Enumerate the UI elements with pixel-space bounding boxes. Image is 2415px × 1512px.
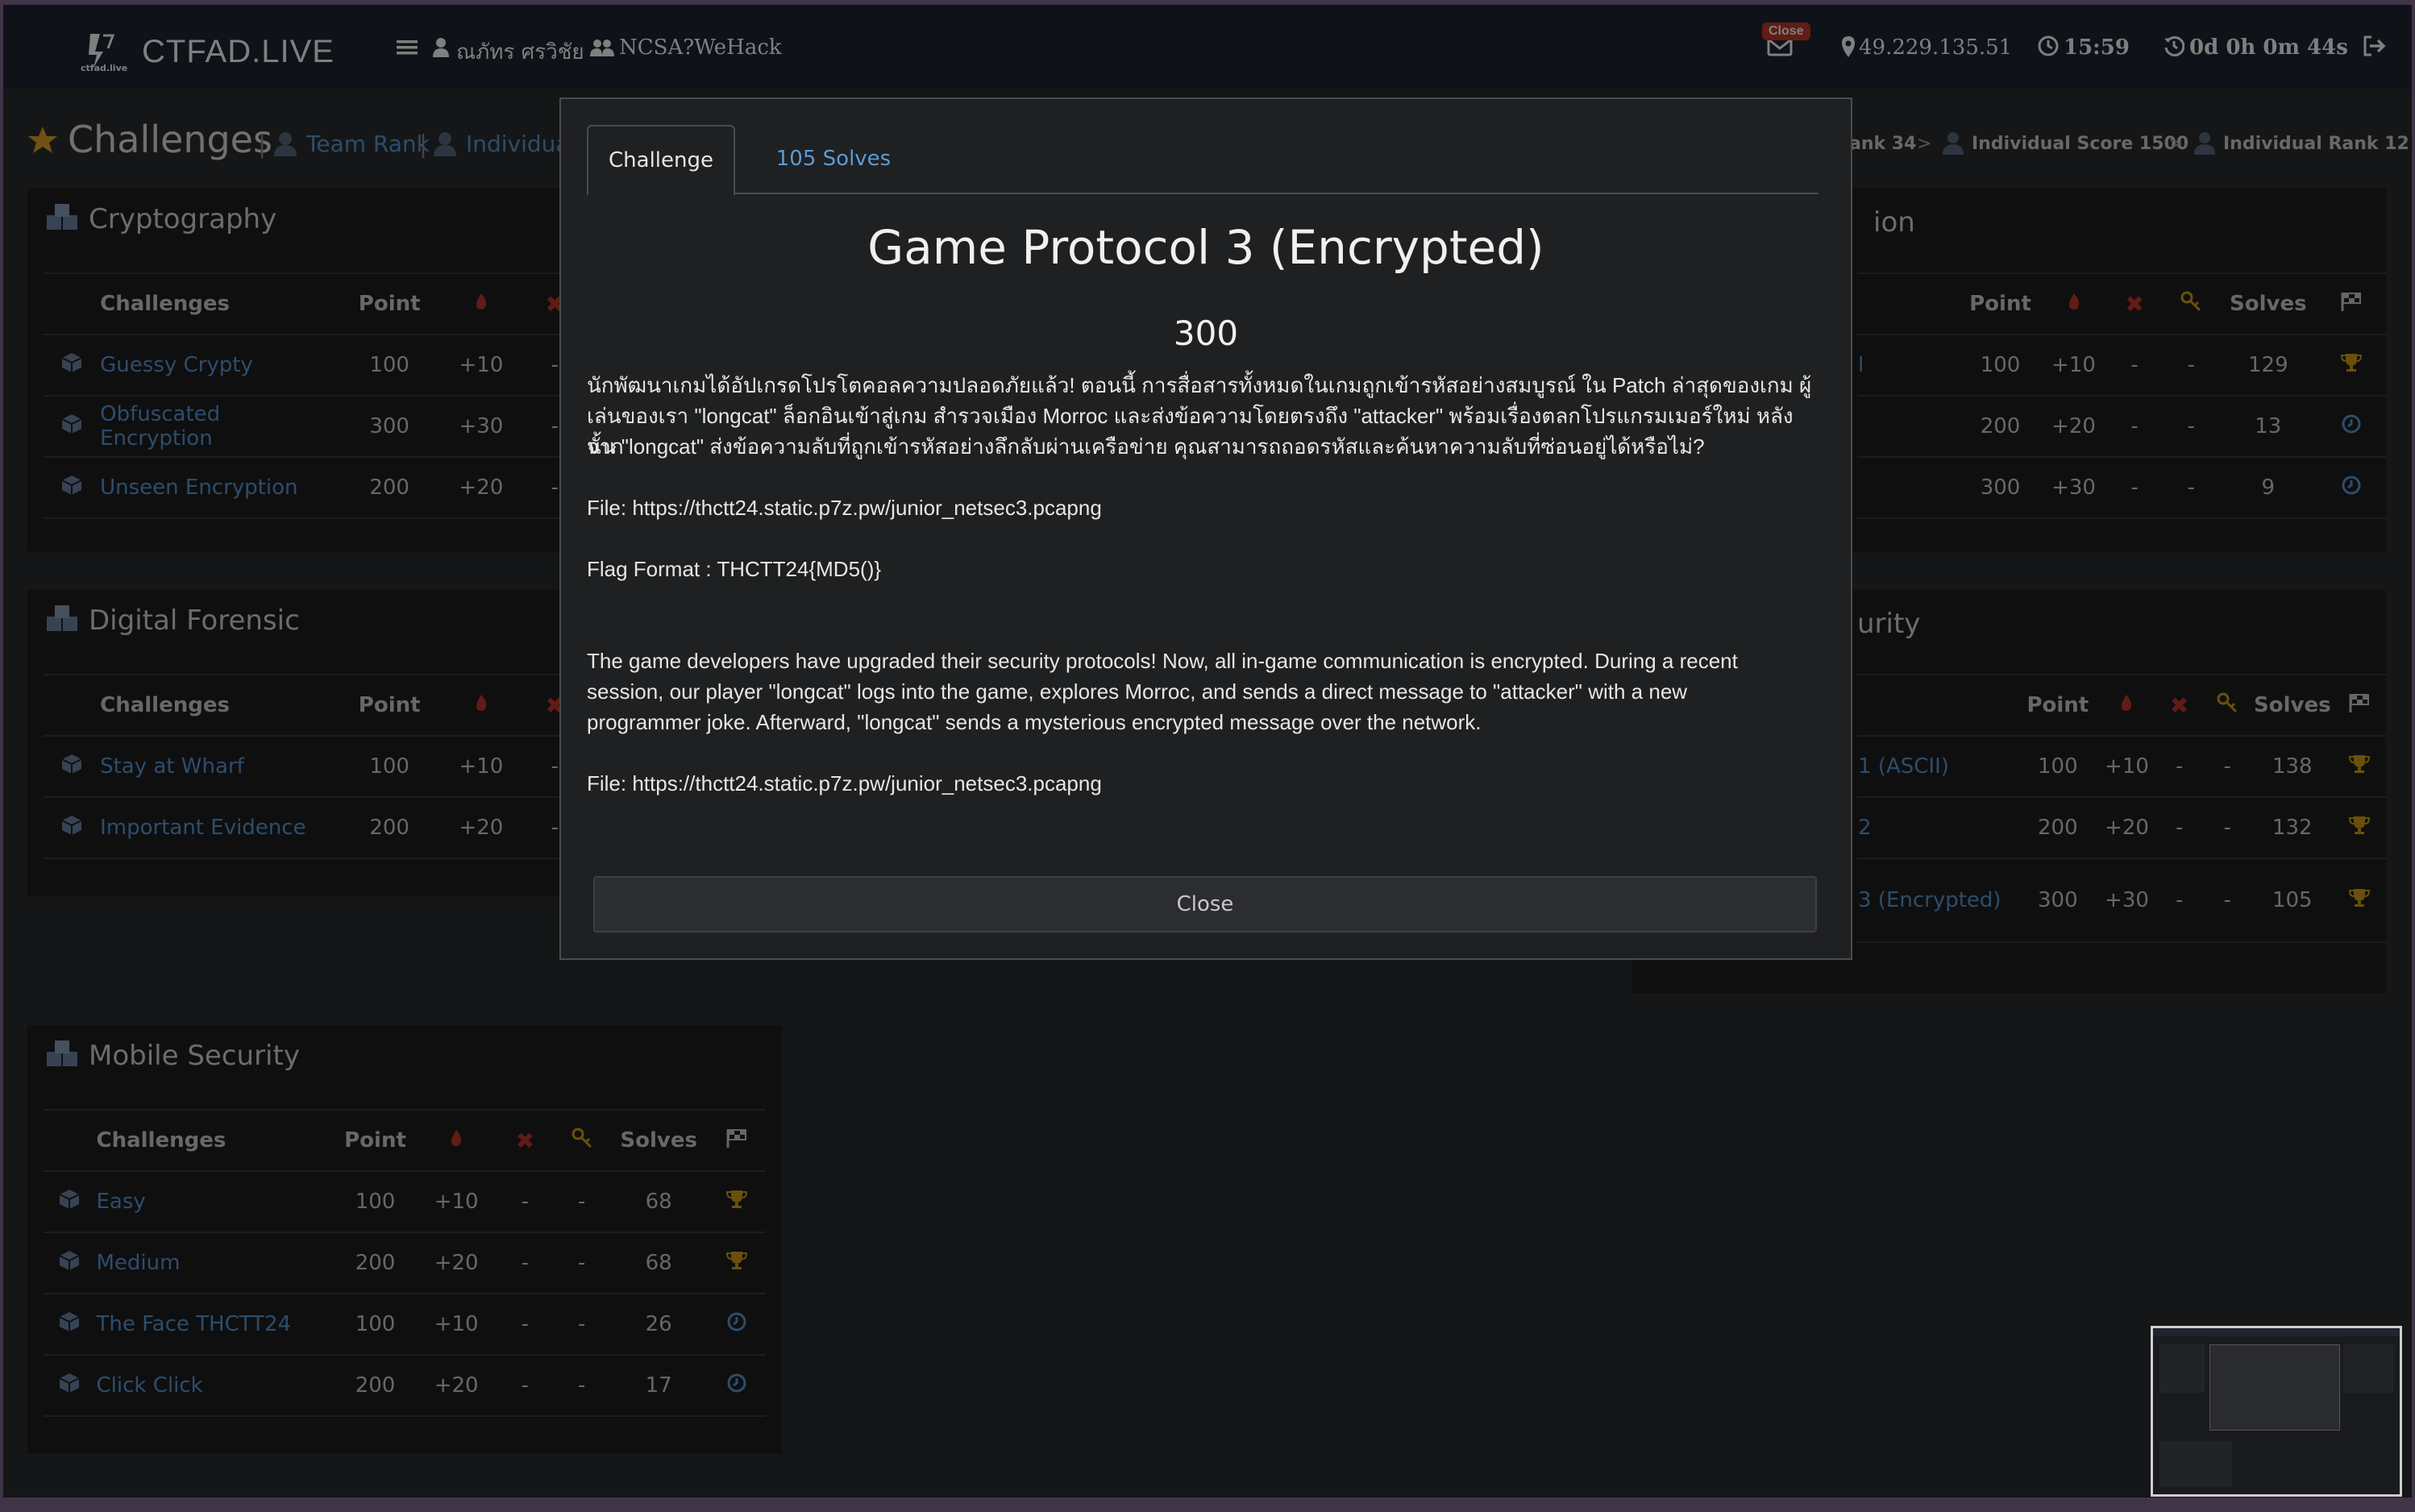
file-link[interactable]: File: https://thctt24.static.p7z.pw/juni… <box>587 768 1825 799</box>
description-en-line: programmer joke. Afterward, "longcat" se… <box>587 710 1482 734</box>
challenge-title: Game Protocol 3 (Encrypted) <box>867 220 1544 275</box>
description-en-line: The game developers have upgraded their … <box>587 649 1738 673</box>
file-link[interactable]: File: https://thctt24.static.p7z.pw/juni… <box>587 492 1825 523</box>
tab-challenge[interactable]: Challenge <box>587 125 735 196</box>
description-th-line: นักพัฒนาเกมได้อัปเกรดโปรโตคอลความปลอดภัย… <box>587 373 1812 397</box>
description-th-line: นั้น "longcat" ส่งข้อความลับที่ถูกเข้ารห… <box>587 434 1705 459</box>
screenshot-thumbnail[interactable] <box>2151 1326 2402 1497</box>
description-en-line: session, our player "longcat" logs into … <box>587 679 1688 704</box>
challenge-modal: Challenge 105 Solves Game Protocol 3 (En… <box>559 98 1852 960</box>
modal-tabs: Challenge 105 Solves <box>587 125 1819 196</box>
tab-solves[interactable]: 105 Solves <box>753 125 914 193</box>
close-button[interactable]: Close <box>593 876 1817 933</box>
flag-format: Flag Format : THCTT24{MD5()} <box>587 557 882 581</box>
challenge-points: 300 <box>1173 314 1239 353</box>
